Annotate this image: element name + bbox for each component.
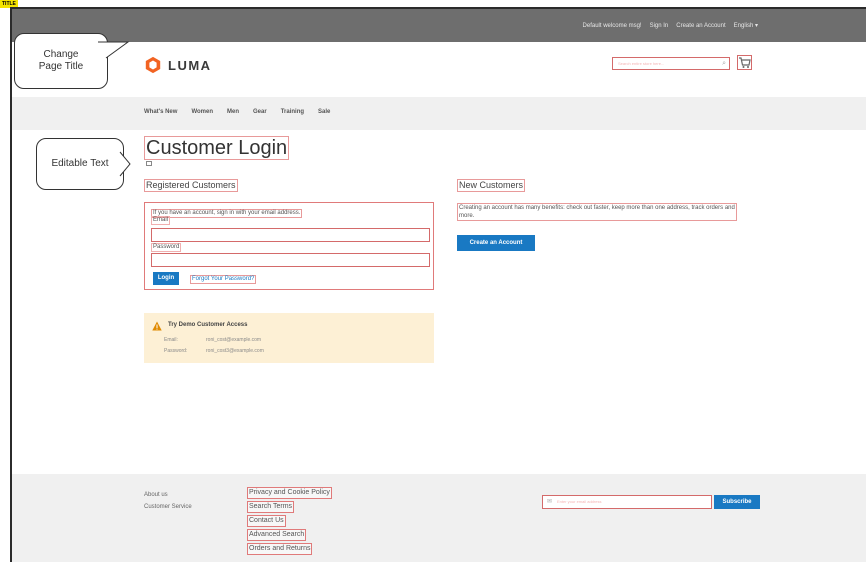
email-field[interactable] <box>151 228 430 242</box>
newsletter-placeholder: Enter your email address <box>557 499 602 504</box>
page: TITLE Default welcome msg! Sign In Creat… <box>0 0 866 562</box>
subscribe-button[interactable]: Subscribe <box>714 495 760 509</box>
change-page-title-text: Change Page Title <box>38 49 84 72</box>
main-navigation: What's New Women Men Gear Training Sale <box>12 97 866 130</box>
luma-logo-icon <box>145 56 161 74</box>
browser-frame: Default welcome msg! Sign In Create an A… <box>10 7 866 562</box>
nav-item-sale[interactable]: Sale <box>318 109 330 115</box>
demo-title: Try Demo Customer Access <box>168 322 248 328</box>
login-button[interactable]: Login <box>153 272 179 285</box>
login-intro-text[interactable]: If you have an account, sign in with you… <box>151 209 303 218</box>
demo-email-label: Email: <box>164 337 178 343</box>
callout-pointer-icon-2 <box>119 151 131 177</box>
top-links: Default welcome msg! Sign In Create an A… <box>583 22 758 30</box>
password-field[interactable] <box>151 253 430 267</box>
demo-password-label: Password: <box>164 348 188 354</box>
search-input[interactable]: Search entire store here... ⌕ <box>612 57 730 70</box>
footer-link-advanced-search[interactable]: Advanced Search <box>247 529 307 541</box>
create-account-link[interactable]: Create an Account <box>676 22 725 30</box>
footer-link-search-terms[interactable]: Search Terms <box>247 501 295 513</box>
demo-access-notice: Try Demo Customer Access Email: roni_cos… <box>144 313 434 363</box>
logo[interactable]: LUMA <box>144 56 212 74</box>
footer-link-orders-returns[interactable]: Orders and Returns <box>247 543 313 555</box>
nav-item-whats-new[interactable]: What's New <box>144 109 177 115</box>
footer-link-customer-service[interactable]: Customer Service <box>144 501 192 513</box>
forgot-password-link[interactable]: Forgot Your Password? <box>190 275 257 284</box>
logo-text: LUMA <box>168 57 212 73</box>
search-placeholder: Search entire store here... <box>618 61 665 66</box>
login-form: If you have an account, sign in with you… <box>144 202 434 290</box>
newsletter-email-input[interactable]: ✉ Enter your email address <box>542 495 712 509</box>
top-bar: Default welcome msg! Sign In Create an A… <box>12 9 866 42</box>
demo-email-row: Email: roni_cost@example.com <box>164 337 261 343</box>
nav-item-gear[interactable]: Gear <box>253 109 267 115</box>
cart-icon[interactable] <box>737 55 752 70</box>
welcome-message: Default welcome msg! <box>582 23 642 29</box>
language-switcher[interactable]: English ▾ <box>734 22 758 30</box>
demo-email-value: roni_cost@example.com <box>206 337 262 343</box>
registered-customers-title[interactable]: Registered Customers <box>144 179 238 192</box>
footer-link-contact-us[interactable]: Contact Us <box>247 515 286 527</box>
edit-icon[interactable] <box>146 161 152 166</box>
change-page-title-callout: Change Page Title <box>14 33 108 89</box>
demo-password-row: Password: roni_cost3@example.com <box>164 348 264 354</box>
new-customers-text[interactable]: Creating an account has many benefits: c… <box>457 203 737 221</box>
footer-column-1: About us Customer Service <box>144 489 192 513</box>
envelope-icon: ✉ <box>547 499 553 505</box>
callout-pointer-icon <box>98 41 130 59</box>
site-header: LUMA Search entire store here... ⌕ <box>12 42 866 97</box>
page-title[interactable]: Customer Login <box>144 136 290 160</box>
magnifier-icon[interactable]: ⌕ <box>722 59 726 68</box>
nav-item-training[interactable]: Training <box>281 109 304 115</box>
email-label: Email <box>151 216 171 225</box>
sign-in-link[interactable]: Sign In <box>650 22 669 30</box>
nav-item-women[interactable]: Women <box>191 109 213 115</box>
new-customers-title[interactable]: New Customers <box>457 179 526 192</box>
warning-icon <box>152 321 162 331</box>
footer-column-2: Privacy and Cookie Policy Search Terms C… <box>247 487 332 557</box>
editable-text-callout: Editable Text <box>36 138 124 190</box>
footer-link-privacy[interactable]: Privacy and Cookie Policy <box>247 487 332 499</box>
create-account-button[interactable]: Create an Account <box>457 235 535 251</box>
password-label: Password <box>151 243 182 252</box>
footer-link-about-us[interactable]: About us <box>144 489 192 501</box>
editable-text-label: Editable Text <box>51 158 109 169</box>
site-footer: About us Customer Service Privacy and Co… <box>12 474 866 562</box>
nav-item-men[interactable]: Men <box>227 109 239 115</box>
demo-password-value: roni_cost3@example.com <box>206 348 264 354</box>
